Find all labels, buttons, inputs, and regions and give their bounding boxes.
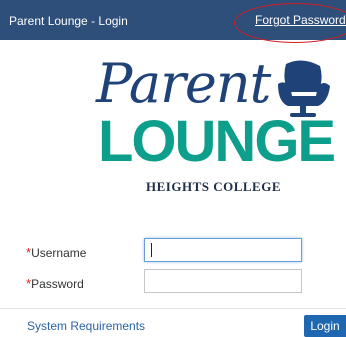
login-button[interactable]: Login — [304, 315, 346, 337]
system-requirements-link[interactable]: System Requirements — [27, 319, 145, 333]
footer-divider — [0, 308, 346, 309]
password-input[interactable] — [144, 269, 302, 293]
parent-lounge-logo: Parent LOUNGE HEIGHTS COLLEGE — [96, 54, 346, 204]
text-caret — [151, 243, 152, 257]
logo-word-text: LOUNGE — [98, 109, 336, 174]
page-title: Parent Lounge - Login — [9, 14, 128, 28]
logo-subtitle: HEIGHTS COLLEGE — [146, 179, 282, 194]
username-input[interactable] — [144, 238, 302, 262]
username-label-row: *Username — [26, 244, 86, 262]
password-label-row: *Password — [26, 275, 84, 293]
username-label: Username — [31, 246, 87, 260]
logo-script-text: Parent — [96, 52, 271, 115]
password-label: Password — [31, 277, 84, 291]
annotation-highlight-circle — [234, 3, 346, 43]
